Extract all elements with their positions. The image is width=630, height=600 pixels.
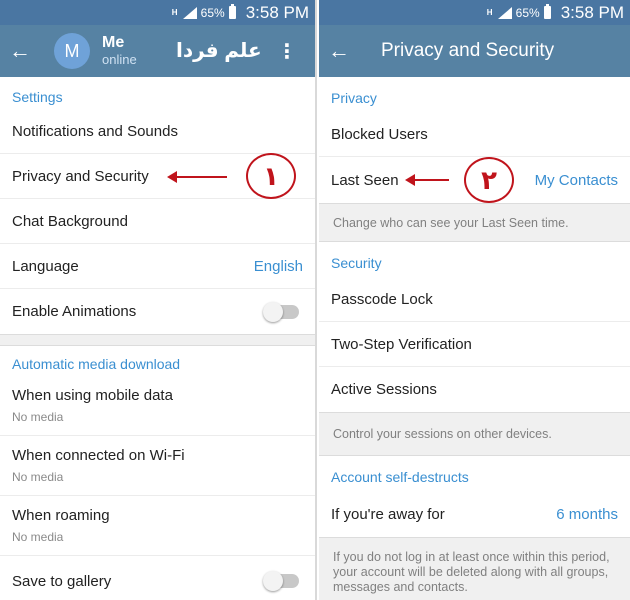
more-options-icon[interactable]: ⋮ [277, 39, 297, 64]
signal-icon [182, 6, 197, 19]
network-type: H [486, 8, 493, 17]
privacy-header: Privacy [331, 90, 377, 106]
save-gallery-label: Save to gallery [12, 572, 112, 590]
save-gallery-toggle[interactable] [263, 571, 299, 591]
status-bar: H 65% 3:58 PM [0, 0, 315, 25]
active-sessions-label: Active Sessions [331, 381, 437, 398]
network-type: H [171, 8, 178, 17]
settings-toolbar: ← M Me online علم فردا ⋮ [0, 25, 315, 77]
battery-icon [228, 4, 236, 19]
language-label: Language [12, 257, 79, 275]
last-seen-value: My Contacts [534, 171, 618, 189]
blocked-users-item[interactable]: Blocked Users [319, 112, 630, 157]
self-destruct-header: Account self-destructs [331, 469, 469, 485]
roaming-value: No media [12, 530, 64, 544]
chat-background-label: Chat Background [12, 212, 128, 230]
media-download-header: Automatic media download [12, 356, 181, 372]
battery-icon [543, 4, 551, 19]
language-value: English [253, 257, 303, 275]
last-seen-item[interactable]: Last Seen My Contacts ٢ [319, 157, 630, 203]
blocked-users-label: Blocked Users [331, 125, 428, 143]
signal-icon [497, 6, 512, 19]
passcode-lock-item[interactable]: Passcode Lock [319, 277, 630, 322]
battery-level: 65% [515, 5, 540, 20]
annotation-arrow [167, 171, 227, 183]
user-name: Me [102, 34, 125, 51]
privacy-security-item[interactable]: Privacy and Security ١ [0, 153, 315, 199]
away-period-item[interactable]: If you're away for 6 months [319, 491, 630, 537]
battery-level: 65% [200, 5, 225, 20]
away-period-value: 6 months [556, 505, 618, 523]
settings-screen: H 65% 3:58 PM ← M Me online علم فردا ⋮ S… [0, 0, 317, 600]
step-two-marker: ٢ [464, 157, 514, 203]
avatar[interactable]: M [54, 33, 90, 69]
privacy-security-screen: H 65% 3:58 PM ← Privacy and Security Pri… [319, 0, 630, 600]
back-arrow-icon[interactable]: ← [319, 38, 359, 64]
notifications-label: Notifications and Sounds [12, 122, 178, 140]
notifications-item[interactable]: Notifications and Sounds [0, 109, 315, 154]
active-sessions-item[interactable]: Active Sessions [319, 367, 630, 412]
status-bar: H 65% 3:58 PM [319, 0, 630, 25]
animations-toggle[interactable] [263, 301, 299, 322]
annotation-arrow [405, 174, 449, 186]
step-one-marker: ١ [246, 153, 296, 199]
sessions-info: Control your sessions on other devices. [319, 412, 630, 456]
chat-background-item[interactable]: Chat Background [0, 199, 315, 244]
settings-header: Settings [12, 89, 63, 105]
last-seen-label: Last Seen [331, 171, 399, 189]
roaming-item[interactable]: When roaming No media [0, 496, 315, 556]
mobile-data-item[interactable]: When using mobile data No media [0, 376, 315, 436]
privacy-security-label: Privacy and Security [12, 167, 149, 185]
two-step-item[interactable]: Two-Step Verification [319, 322, 630, 367]
wifi-item[interactable]: When connected on Wi-Fi No media [0, 436, 315, 496]
passcode-lock-label: Passcode Lock [331, 290, 433, 308]
mobile-data-label: When using mobile data [12, 387, 173, 404]
mobile-data-value: No media [12, 410, 64, 424]
animations-item[interactable]: Enable Animations [0, 289, 315, 334]
animations-label: Enable Animations [12, 303, 137, 320]
clock: 3:58 PM [560, 2, 624, 22]
user-info: Me online [102, 34, 137, 68]
two-step-label: Two-Step Verification [331, 335, 472, 353]
save-gallery-item[interactable]: Save to gallery [0, 556, 315, 600]
security-header: Security [331, 255, 382, 271]
back-arrow-icon[interactable]: ← [0, 38, 40, 64]
wifi-label: When connected on Wi-Fi [12, 447, 185, 464]
self-destruct-info: If you do not log in at least once withi… [319, 537, 630, 600]
user-status: online [102, 52, 137, 67]
roaming-label: When roaming [12, 507, 110, 524]
language-item[interactable]: Language English [0, 244, 315, 289]
clock: 3:58 PM [245, 2, 309, 22]
section-divider [0, 334, 315, 346]
away-period-label: If you're away for [331, 505, 445, 523]
page-title: Privacy and Security [381, 40, 555, 61]
wifi-value: No media [12, 470, 64, 484]
privacy-toolbar: ← Privacy and Security [319, 25, 630, 77]
last-seen-info: Change who can see your Last Seen time. [319, 203, 630, 242]
watermark-text: علم فردا [176, 40, 262, 62]
